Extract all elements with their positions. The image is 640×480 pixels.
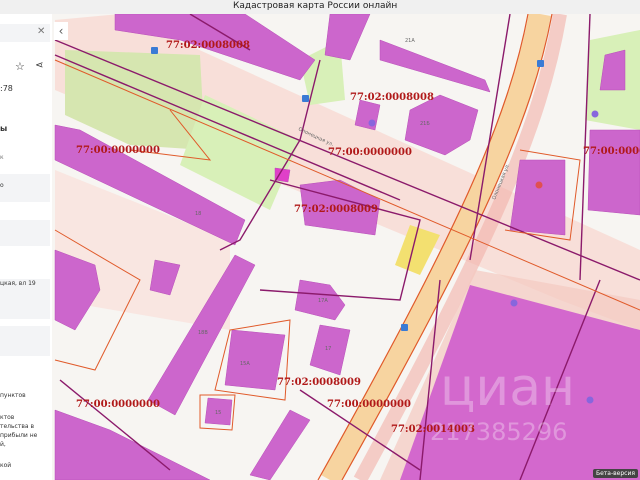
cadastral-label: 77:00:0000000 [76, 145, 160, 156]
poi-icon [591, 110, 599, 118]
info-text: о [0, 182, 4, 189]
info-text: ы [0, 124, 8, 133]
building-number: 18 [195, 211, 201, 217]
top-bar: Кадастровая карта России онлайн [0, 0, 640, 14]
watermark-id: 217385296 [430, 418, 567, 446]
building-21b [404, 94, 479, 156]
building-number: 17 [325, 346, 331, 352]
sidebar: ✕ ☆ ⋖ :78 ы к о цкая, вл 19 пунктов ктов… [0, 14, 52, 480]
building-number: 21А [405, 38, 415, 44]
info-text: к [0, 154, 4, 161]
cadastral-label: 77:00:0000000 [327, 399, 411, 410]
info-text: пунктов [0, 392, 26, 399]
poi-icon [368, 119, 376, 127]
info-text: тельства в [0, 423, 35, 430]
map-canvas[interactable]: 77:02:0008008 77:02:0008008 77:00:000000… [52, 14, 640, 480]
poi-icon [510, 299, 518, 307]
building-number: 15 [215, 410, 221, 416]
building-number: 17А [318, 298, 328, 304]
poi-icon [535, 181, 543, 189]
building-number: 15А [240, 361, 250, 367]
bus-stop-icon [151, 47, 158, 54]
building [509, 159, 566, 236]
bus-stop-icon [401, 324, 408, 331]
poi-icon [586, 396, 594, 404]
info-text: й, [0, 441, 6, 448]
beta-badge: Бета-версия [593, 469, 638, 478]
cadastral-label: 77:00:0000000 [328, 147, 412, 158]
cadastral-label: 77:02:0008009 [277, 377, 361, 388]
building-number: 21Б [420, 121, 430, 127]
building-number: 18В [198, 330, 208, 336]
info-text: кой [0, 462, 12, 469]
share-icon[interactable]: ⋖ [35, 60, 52, 71]
chevron-left-icon[interactable]: ‹ [54, 22, 68, 40]
cadastral-label: 77:02:0008008 [166, 40, 250, 51]
info-text: прибыли не [0, 432, 38, 439]
bus-stop-icon [537, 60, 544, 67]
close-icon[interactable]: ✕ [37, 26, 45, 37]
page-title: Кадастровая карта России онлайн [233, 1, 398, 11]
cadastral-label: 77:02:0008009 [294, 204, 378, 215]
watermark: циан [440, 358, 575, 418]
cadastral-label: 77:00:0000000 [76, 399, 160, 410]
cadastral-map: 77:02:0008008 77:02:0008008 77:00:000000… [54, 14, 640, 480]
address-text: цкая, вл 19 [0, 280, 36, 287]
cadastral-label: 77:02:0008008 [350, 92, 434, 103]
building-15a [224, 329, 286, 391]
info-text: :78 [0, 84, 13, 93]
cadastral-label: 77:00:0000000 [583, 146, 640, 157]
bus-stop-icon [302, 95, 309, 102]
info-text: ктов [0, 414, 15, 421]
